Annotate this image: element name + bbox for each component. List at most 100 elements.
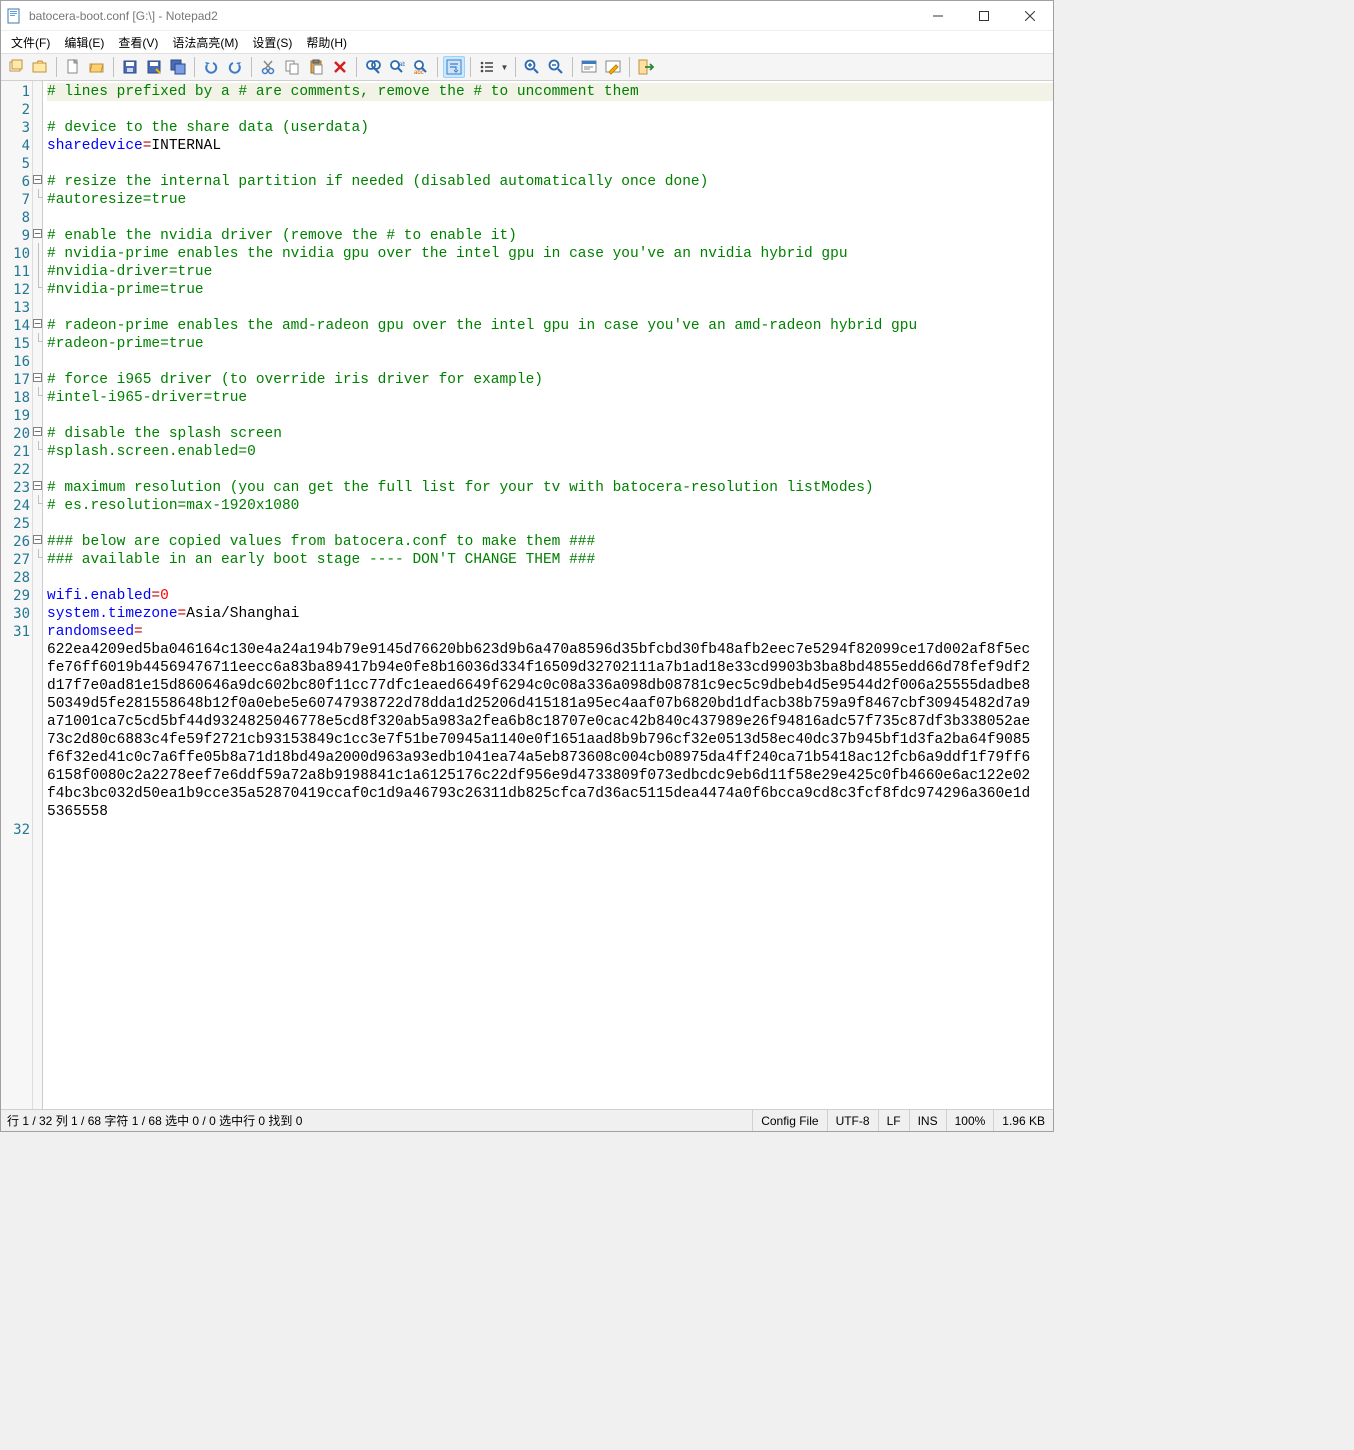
line-number[interactable]: 19 — [1, 407, 30, 425]
menu-view[interactable]: 查看(V) — [112, 32, 164, 53]
fold-marker[interactable] — [33, 441, 42, 459]
word-wrap-icon[interactable] — [443, 56, 465, 78]
line-number[interactable]: 22 — [1, 461, 30, 479]
line-number[interactable]: 23 — [1, 479, 30, 497]
fold-marker[interactable] — [33, 297, 42, 315]
fold-marker[interactable] — [33, 405, 42, 423]
line-number[interactable]: 31 — [1, 623, 30, 641]
replace-icon[interactable]: abc — [410, 56, 432, 78]
fold-marker[interactable] — [33, 243, 42, 261]
fold-marker[interactable] — [33, 387, 42, 405]
status-position[interactable]: 行 1 / 32 列 1 / 68 字符 1 / 68 选中 0 / 0 选中行… — [1, 1112, 752, 1129]
line-number[interactable]: 32 — [1, 821, 30, 839]
customize-icon[interactable] — [602, 56, 624, 78]
code-line[interactable] — [47, 407, 1053, 425]
code-line[interactable]: #nvidia-prime=true — [47, 281, 1053, 299]
menu-syntax[interactable]: 语法高亮(M) — [166, 32, 244, 53]
code-line[interactable] — [47, 155, 1053, 173]
line-number[interactable]: 11 — [1, 263, 30, 281]
scheme-icon[interactable] — [578, 56, 600, 78]
exit-icon[interactable] — [635, 56, 657, 78]
line-number[interactable]: 3 — [1, 119, 30, 137]
fold-margin[interactable] — [33, 81, 43, 1109]
menu-help[interactable]: 帮助(H) — [300, 32, 353, 53]
zoom-in-icon[interactable] — [521, 56, 543, 78]
fold-marker[interactable] — [33, 153, 42, 171]
status-ovr[interactable]: INS — [909, 1110, 946, 1131]
bullets-icon[interactable] — [476, 56, 498, 78]
line-number[interactable]: 5 — [1, 155, 30, 173]
code-line[interactable]: # maximum resolution (you can get the fu… — [47, 479, 1053, 497]
line-number[interactable]: 30 — [1, 605, 30, 623]
line-number[interactable]: 10 — [1, 245, 30, 263]
code-line[interactable]: # lines prefixed by a # are comments, re… — [47, 83, 1053, 101]
line-number[interactable]: 20 — [1, 425, 30, 443]
fold-marker[interactable] — [33, 207, 42, 225]
line-number[interactable]: 14 — [1, 317, 30, 335]
line-number[interactable]: 4 — [1, 137, 30, 155]
code-line[interactable] — [47, 569, 1053, 587]
zoom-out-icon[interactable] — [545, 56, 567, 78]
code-line[interactable]: #radeon-prime=true — [47, 335, 1053, 353]
code-line-wrapped[interactable]: 73c2d80c6883c4fe59f2721cb93153849c1cc3e7… — [47, 731, 1053, 749]
fold-marker[interactable] — [33, 315, 42, 333]
code-line[interactable]: # device to the share data (userdata) — [47, 119, 1053, 137]
line-number[interactable]: 1 — [1, 83, 30, 101]
find-prev-next-icon[interactable]: ab — [386, 56, 408, 78]
line-number[interactable]: 28 — [1, 569, 30, 587]
code-line[interactable] — [47, 821, 1053, 839]
code-line[interactable] — [47, 299, 1053, 317]
title-bar[interactable]: batocera-boot.conf [G:\] - Notepad2 — [1, 1, 1053, 31]
redo-icon[interactable] — [224, 56, 246, 78]
code-line[interactable]: #autoresize=true — [47, 191, 1053, 209]
code-line[interactable]: wifi.enabled=0 — [47, 587, 1053, 605]
code-line-wrapped[interactable]: 622ea4209ed5ba046164c130e4a24a194b79e914… — [47, 641, 1053, 659]
find-icon[interactable] — [362, 56, 384, 78]
code-line[interactable] — [47, 209, 1053, 227]
line-number[interactable]: 12 — [1, 281, 30, 299]
status-encoding[interactable]: UTF-8 — [827, 1110, 878, 1131]
fold-marker[interactable] — [33, 585, 42, 603]
line-number[interactable]: 18 — [1, 389, 30, 407]
line-number[interactable]: 21 — [1, 443, 30, 461]
fold-marker[interactable] — [33, 261, 42, 279]
line-number[interactable]: 27 — [1, 551, 30, 569]
code-line[interactable]: #splash.screen.enabled=0 — [47, 443, 1053, 461]
new-window-icon[interactable] — [5, 56, 27, 78]
line-number[interactable]: 17 — [1, 371, 30, 389]
bullets-dropdown[interactable]: ▼ — [498, 56, 510, 78]
line-number[interactable]: 13 — [1, 299, 30, 317]
open-file-icon[interactable] — [86, 56, 108, 78]
delete-icon[interactable] — [329, 56, 351, 78]
fold-marker[interactable] — [33, 423, 42, 441]
fold-marker[interactable] — [33, 549, 42, 567]
code-line[interactable]: #nvidia-driver=true — [47, 263, 1053, 281]
line-number[interactable]: 25 — [1, 515, 30, 533]
fold-marker[interactable] — [33, 117, 42, 135]
menu-file[interactable]: 文件(F) — [5, 32, 56, 53]
code-line[interactable] — [47, 461, 1053, 479]
code-line[interactable]: # force i965 driver (to override iris dr… — [47, 371, 1053, 389]
code-line-wrapped[interactable]: f4bc3bc032d50ea1b9cce35a52870419ccaf0c1d… — [47, 785, 1053, 803]
code-line-wrapped[interactable]: fe76ff6019b44569476711eecc6a83ba89417b94… — [47, 659, 1053, 677]
code-line-wrapped[interactable]: 50349d5fe281558648b12f0a0ebe5e6074793872… — [47, 695, 1053, 713]
line-number[interactable]: 29 — [1, 587, 30, 605]
save-as-icon[interactable] — [143, 56, 165, 78]
save-copy-icon[interactable] — [167, 56, 189, 78]
line-number[interactable]: 6 — [1, 173, 30, 191]
fold-marker[interactable] — [33, 819, 42, 837]
code-line-wrapped[interactable]: a71001ca7c5cd5bf44d9324825046778e5cd8f32… — [47, 713, 1053, 731]
status-scheme[interactable]: Config File — [752, 1110, 826, 1131]
line-number[interactable]: 9 — [1, 227, 30, 245]
fold-marker[interactable] — [33, 225, 42, 243]
fold-marker[interactable] — [33, 477, 42, 495]
fold-marker[interactable] — [33, 459, 42, 477]
fold-marker[interactable] — [33, 171, 42, 189]
code-line[interactable]: ### below are copied values from batocer… — [47, 533, 1053, 551]
cut-icon[interactable] — [257, 56, 279, 78]
code-line[interactable]: randomseed= — [47, 623, 1053, 641]
close-button[interactable] — [1007, 1, 1053, 31]
code-line[interactable]: system.timezone=Asia/Shanghai — [47, 605, 1053, 623]
line-number[interactable]: 16 — [1, 353, 30, 371]
fold-marker[interactable] — [33, 369, 42, 387]
